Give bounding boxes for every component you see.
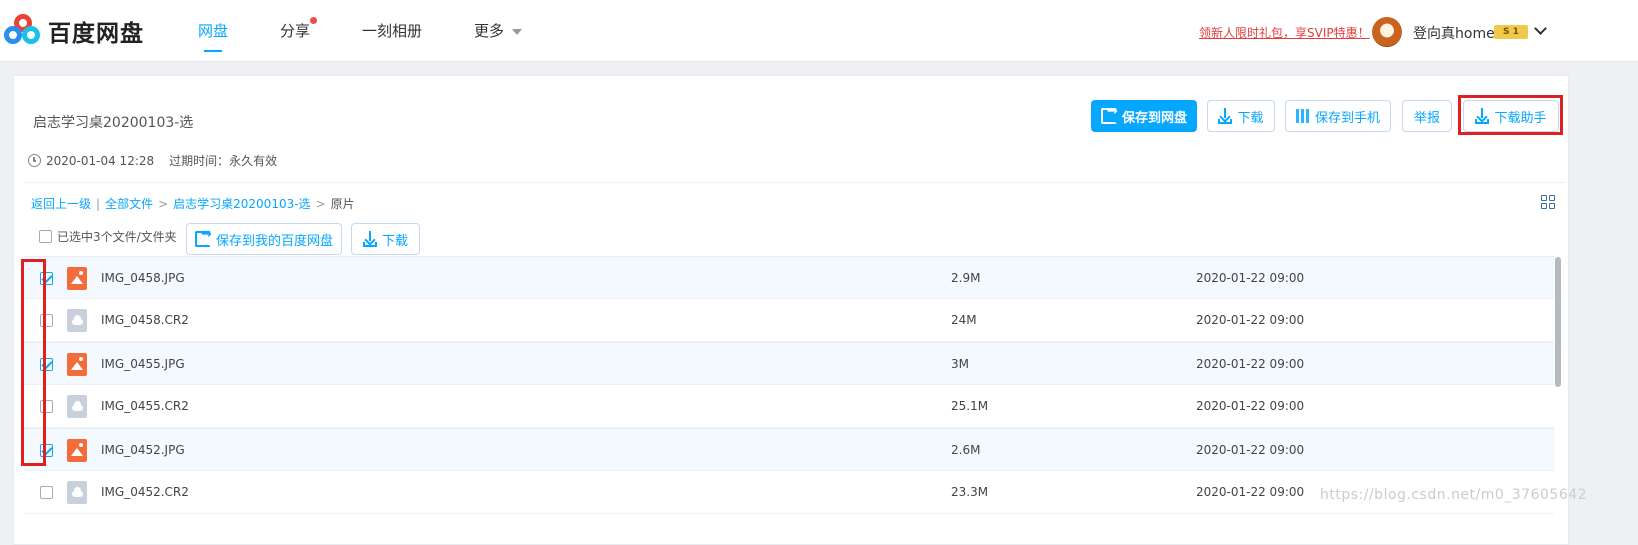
save-to-phone-label: 保存到手机 [1314,110,1380,126]
file-name[interactable]: IMG_0458.JPG [101,271,185,285]
share-panel: 启志学习桌20200103-选 2020-01-04 12:28 过期时间：永久… [13,75,1569,545]
save-to-netdisk-label: 保存到网盘 [1121,110,1187,126]
promo-link[interactable]: 领新人限时礼包，享SVIP特惠！ [1199,24,1370,41]
save-icon [1100,104,1118,124]
share-meta: 2020-01-04 12:28 过期时间：永久有效 [28,152,277,169]
nav-moment-album[interactable]: 一刻相册 [362,0,422,62]
file-name[interactable]: IMG_0452.JPG [101,443,185,457]
baidu-netdisk-logo-icon [4,14,42,48]
breadcrumb-arrow: > [315,196,326,211]
file-name[interactable]: IMG_0455.JPG [101,357,185,371]
raw-file-icon [67,481,87,504]
file-row[interactable]: IMG_0452.JPG 2.6M 2020-01-22 09:00 [24,428,1554,471]
annotation-highlight-box [1458,95,1563,135]
nav-more[interactable]: 更多 [474,0,523,62]
top-bar: 百度网盘 网盘 分享 一刻相册 更多 领新人限时礼包，享SVIP特惠！ 登向真h… [0,0,1638,62]
select-all-checkbox[interactable] [39,230,52,243]
save-icon [194,227,212,247]
expire-text: 过期时间：永久有效 [169,154,278,168]
file-size: 3M [951,357,969,371]
vip-badge: S 1 [1494,25,1528,39]
nav-share[interactable]: 分享 [280,0,318,62]
logo-text: 百度网盘 [48,21,144,47]
qr-code-icon [1295,109,1310,123]
divider [24,182,1566,183]
breadcrumb-separator: | [96,196,101,211]
raw-file-icon [67,309,87,332]
file-size: 2.9M [951,271,981,285]
download-icon [362,231,377,247]
save-to-my-netdisk-label: 保存到我的百度网盘 [215,233,333,249]
file-size: 23.3M [951,485,989,499]
selection-toolbar: 已选中3个文件/文件夹 [39,228,177,245]
grid-view-icon[interactable] [1541,195,1556,210]
download-button[interactable]: 下载 [1207,100,1275,132]
file-size: 24M [951,313,977,327]
file-date: 2020-01-22 09:00 [1196,313,1305,327]
save-to-my-netdisk-button[interactable]: 保存到我的百度网盘 [186,223,342,255]
breadcrumb-back[interactable]: 返回上一级 [31,195,91,212]
file-date: 2020-01-22 09:00 [1196,443,1305,457]
nav-share-label: 分享 [280,22,311,40]
breadcrumb-arrow: > [158,196,169,211]
file-name[interactable]: IMG_0452.CR2 [101,485,189,499]
report-button[interactable]: 举报 [1402,100,1452,132]
scrollbar[interactable] [1555,257,1561,387]
file-size: 25.1M [951,399,989,413]
file-row[interactable]: IMG_0458.JPG 2.9M 2020-01-22 09:00 [24,256,1554,299]
username[interactable]: 登向真home [1413,23,1495,43]
image-file-icon [67,439,87,462]
watermark: https://blog.csdn.net/m0_37605642 [1320,487,1588,503]
file-row[interactable]: IMG_0455.CR2 25.1M 2020-01-22 09:00 [24,385,1554,428]
report-label: 举报 [1413,110,1440,126]
selected-count-label: 已选中3个文件/文件夹 [57,230,177,244]
main-nav: 网盘 分享 一刻相册 更多 [198,0,574,62]
annotation-checkbox-highlight [21,259,46,466]
image-file-icon [67,267,87,290]
file-date: 2020-01-22 09:00 [1196,357,1305,371]
share-date: 2020-01-04 12:28 [46,153,155,168]
notification-dot [310,17,318,24]
file-row[interactable]: IMG_0455.JPG 3M 2020-01-22 09:00 [24,342,1554,385]
nav-moment-album-label: 一刻相册 [362,22,423,40]
caret-down-icon [512,28,523,35]
nav-netdisk-label: 网盘 [198,22,229,40]
file-date: 2020-01-22 09:00 [1196,485,1305,499]
chevron-down-icon[interactable] [1534,22,1547,35]
save-to-netdisk-button[interactable]: 保存到网盘 [1091,100,1197,132]
share-title: 启志学习桌20200103-选 [33,115,194,131]
nav-netdisk[interactable]: 网盘 [198,0,228,62]
file-size: 2.6M [951,443,981,457]
save-to-phone-button[interactable]: 保存到手机 [1285,100,1391,132]
raw-file-icon [67,395,87,418]
clock-icon [28,154,41,167]
file-date: 2020-01-22 09:00 [1196,271,1305,285]
avatar[interactable] [1372,17,1402,47]
breadcrumb-current: 原片 [330,197,355,211]
selection-download-label: 下载 [381,233,408,249]
file-list: IMG_0458.JPG 2.9M 2020-01-22 09:00 IMG_0458… [24,256,1554,514]
download-label: 下载 [1237,110,1264,126]
file-name[interactable]: IMG_0455.CR2 [101,399,189,413]
nav-more-label: 更多 [474,22,505,40]
image-file-icon [67,353,87,376]
download-icon [1218,108,1233,124]
file-name[interactable]: IMG_0458.CR2 [101,313,189,327]
breadcrumb-folder[interactable]: 启志学习桌20200103-选 [173,195,310,212]
file-date: 2020-01-22 09:00 [1196,399,1305,413]
breadcrumb: 返回上一级 | 全部文件 > 启志学习桌20200103-选 > 原片 [31,195,355,212]
breadcrumb-all-files[interactable]: 全部文件 [105,195,153,212]
file-checkbox[interactable] [40,486,53,499]
selection-download-button[interactable]: 下载 [351,223,420,255]
file-row[interactable]: IMG_0458.CR2 24M 2020-01-22 09:00 [24,299,1554,342]
logo[interactable]: 百度网盘 [4,14,144,48]
